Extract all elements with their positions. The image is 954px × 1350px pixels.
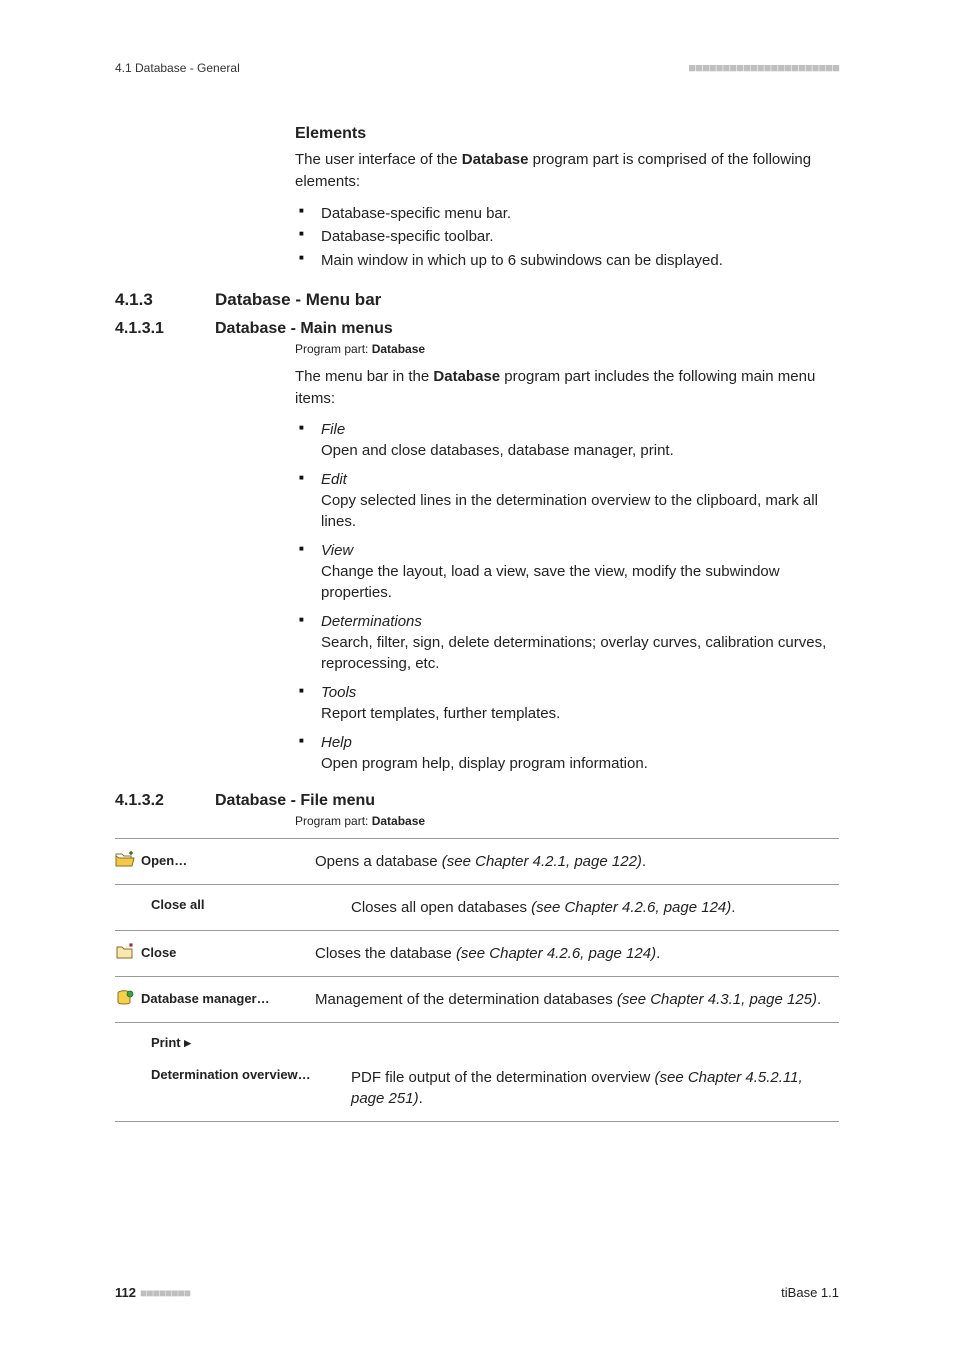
menu-desc: Open program help, display program infor… xyxy=(321,753,839,774)
row-label: Open… xyxy=(115,851,315,869)
list-item: ViewChange the layout, load a view, save… xyxy=(295,540,839,603)
menu-name: Tools xyxy=(321,682,839,703)
table-row: Database manager… Management of the dete… xyxy=(115,977,839,1023)
elements-intro: The user interface of the Database progr… xyxy=(295,149,839,193)
row-label: Close all xyxy=(115,897,351,912)
menu-name: Help xyxy=(321,732,839,753)
section-title: Database - Menu bar xyxy=(215,290,381,310)
subsection-heading-4132: 4.1.3.2 Database - File menu xyxy=(115,792,839,810)
text: The menu bar in the xyxy=(295,368,433,385)
cross-ref: (see Chapter 4.2.6, page 124) xyxy=(456,945,656,962)
text-strong: Database xyxy=(372,814,425,828)
menu-desc: Change the layout, load a view, save the… xyxy=(321,561,839,603)
list-item: Database-specific menu bar. xyxy=(295,203,839,225)
database-manager-icon xyxy=(115,989,135,1007)
page-number-value: 112 xyxy=(115,1285,136,1300)
header-decoration: ■■■■■■■■■■■■■■■■■■■■■■ xyxy=(688,60,839,75)
section-title: Database - File menu xyxy=(215,792,375,810)
open-folder-icon xyxy=(115,851,135,869)
text: . xyxy=(817,991,821,1008)
list-item: FileOpen and close databases, database m… xyxy=(295,419,839,461)
list-item: ToolsReport templates, further templates… xyxy=(295,682,839,724)
label-text: Database manager… xyxy=(141,991,270,1006)
footer-decoration: ■■■■■■■■ xyxy=(140,1286,190,1300)
text: Closes the database xyxy=(315,945,456,962)
text-strong: Database xyxy=(462,151,529,168)
text: PDF file output of the determination ove… xyxy=(351,1069,655,1086)
table-row: Close Closes the database (see Chapter 4… xyxy=(115,931,839,977)
label-text: Open… xyxy=(141,853,187,868)
table-row: Print ▸ xyxy=(115,1023,839,1055)
text: Opens a database xyxy=(315,853,442,870)
main-menus-intro: The menu bar in the Database program par… xyxy=(295,366,839,410)
label-text: Print ▸ xyxy=(151,1035,191,1051)
label-text: Determination overview… xyxy=(151,1067,311,1084)
text: The user interface of the xyxy=(295,151,462,168)
section-number: 4.1.3.2 xyxy=(115,792,215,810)
footer-product: tiBase 1.1 xyxy=(781,1285,839,1300)
list-item: HelpOpen program help, display program i… xyxy=(295,732,839,774)
menu-name: View xyxy=(321,540,839,561)
cross-ref: (see Chapter 4.2.1, page 122) xyxy=(442,853,642,870)
page-number: 112 ■■■■■■■■ xyxy=(115,1285,190,1300)
text: Management of the determination database… xyxy=(315,991,617,1008)
row-desc: Closes the database (see Chapter 4.2.6, … xyxy=(315,943,839,964)
elements-heading: Elements xyxy=(295,125,839,143)
table-row: Close all Closes all open databases (see… xyxy=(115,885,839,931)
row-label: Close xyxy=(115,943,315,961)
text: Program part: xyxy=(295,814,372,828)
menu-desc: Report templates, further templates. xyxy=(321,703,839,724)
menu-name: Determinations xyxy=(321,611,839,632)
close-folder-icon xyxy=(115,943,135,961)
section-number: 4.1.3.1 xyxy=(115,320,215,338)
row-label: Database manager… xyxy=(115,989,315,1007)
cross-ref: (see Chapter 4.2.6, page 124) xyxy=(531,899,731,916)
text: . xyxy=(642,853,646,870)
text: . xyxy=(656,945,660,962)
section-heading-413: 4.1.3 Database - Menu bar xyxy=(115,290,839,310)
table-row: Determination overview… PDF file output … xyxy=(115,1055,839,1122)
row-desc: Closes all open databases (see Chapter 4… xyxy=(351,897,839,918)
section-number: 4.1.3 xyxy=(115,290,215,310)
file-menu-table: Open… Opens a database (see Chapter 4.2.… xyxy=(115,838,839,1122)
list-item: EditCopy selected lines in the determina… xyxy=(295,469,839,532)
list-item: Database-specific toolbar. xyxy=(295,226,839,248)
text: Closes all open databases xyxy=(351,899,531,916)
table-row: Open… Opens a database (see Chapter 4.2.… xyxy=(115,839,839,885)
program-part-line: Program part: Database xyxy=(295,814,839,828)
section-title: Database - Main menus xyxy=(215,320,393,338)
text-strong: Database xyxy=(372,342,425,356)
label-text: Close all xyxy=(151,897,204,912)
row-desc: Opens a database (see Chapter 4.2.1, pag… xyxy=(315,851,839,872)
text-strong: Database xyxy=(433,368,500,385)
program-part-line: Program part: Database xyxy=(295,342,839,356)
label-text: Close xyxy=(141,945,176,960)
menu-desc: Open and close databases, database manag… xyxy=(321,440,839,461)
text: . xyxy=(731,899,735,916)
row-label: Determination overview… xyxy=(115,1067,351,1084)
elements-bullets: Database-specific menu bar. Database-spe… xyxy=(295,203,839,272)
text: Program part: xyxy=(295,342,372,356)
row-desc: Management of the determination database… xyxy=(315,989,839,1010)
main-menus-list: FileOpen and close databases, database m… xyxy=(295,419,839,774)
cross-ref: (see Chapter 4.3.1, page 125) xyxy=(617,991,817,1008)
row-label: Print ▸ xyxy=(115,1035,351,1051)
subsection-heading-4131: 4.1.3.1 Database - Main menus xyxy=(115,320,839,338)
menu-name: File xyxy=(321,419,839,440)
row-desc: PDF file output of the determination ove… xyxy=(351,1067,839,1109)
list-item: DeterminationsSearch, filter, sign, dele… xyxy=(295,611,839,674)
header-breadcrumb: 4.1 Database - General xyxy=(115,61,240,75)
menu-desc: Search, filter, sign, delete determinati… xyxy=(321,632,839,674)
menu-name: Edit xyxy=(321,469,839,490)
text: . xyxy=(419,1090,423,1107)
menu-desc: Copy selected lines in the determination… xyxy=(321,490,839,532)
list-item: Main window in which up to 6 subwindows … xyxy=(295,250,839,272)
